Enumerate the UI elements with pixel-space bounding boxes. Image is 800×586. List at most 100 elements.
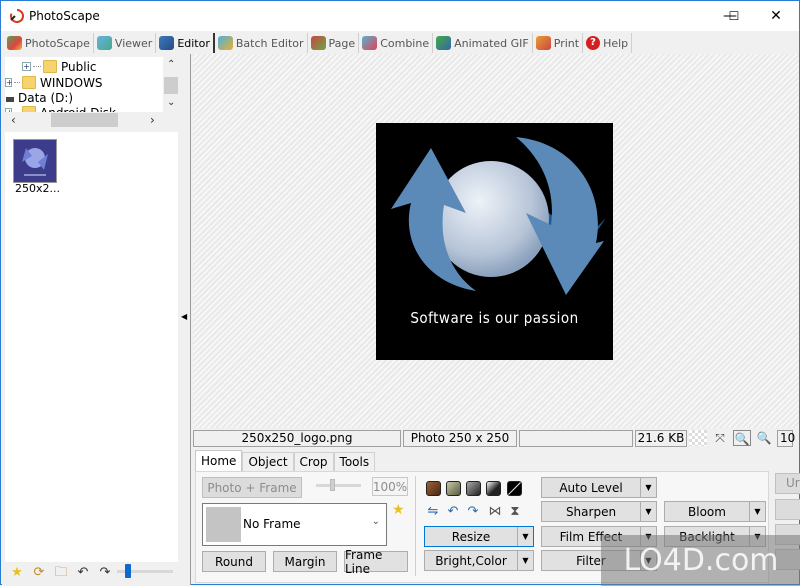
tree-item[interactable]: Data (D:) xyxy=(6,90,73,105)
tab-print[interactable]: Print xyxy=(533,33,584,53)
expand-icon[interactable]: + xyxy=(22,62,31,71)
swatch-contrast[interactable] xyxy=(486,481,501,496)
thumbnail-size-slider[interactable] xyxy=(117,564,173,578)
divider xyxy=(415,476,416,576)
refresh-icon[interactable]: ⟳ xyxy=(30,565,48,581)
thumbnail-label: 250x2... xyxy=(15,182,60,195)
dropdown-arrow-icon[interactable]: ▼ xyxy=(517,551,533,570)
flip-vertical-icon[interactable]: ⧗ xyxy=(507,504,523,520)
tab-photoscape[interactable]: PhotoScape xyxy=(4,33,94,53)
tab-viewer[interactable]: Viewer xyxy=(94,33,157,53)
status-bar: 250x250_logo.png Photo 250 x 250 21.6 KB… xyxy=(193,429,799,447)
zoom-icon[interactable]: 🔍 xyxy=(755,430,773,446)
redo-button[interactable] xyxy=(775,499,800,520)
dropdown-arrow-icon[interactable]: ▼ xyxy=(640,478,656,497)
photo-frame-button[interactable]: Photo + Frame xyxy=(202,477,302,498)
transparency-grid-icon[interactable] xyxy=(689,430,707,446)
frame-select[interactable]: No Frame ⌄ xyxy=(202,503,387,546)
print-icon xyxy=(535,36,551,50)
status-filename: 250x250_logo.png xyxy=(193,429,401,447)
frame-opacity-value[interactable]: 100% xyxy=(372,477,408,496)
swatch-olive[interactable] xyxy=(446,481,461,496)
slider-thumb[interactable] xyxy=(125,564,131,578)
dropdown-arrow-icon[interactable]: ▼ xyxy=(517,527,533,546)
margin-button[interactable]: Margin xyxy=(273,551,337,572)
collapse-left-icon[interactable]: ◀ xyxy=(181,312,187,321)
scroll-thumb[interactable] xyxy=(51,113,118,127)
scroll-up-icon[interactable]: ⌃ xyxy=(167,59,175,70)
round-button[interactable]: Round xyxy=(202,551,266,572)
tab-batch-editor[interactable]: Batch Editor xyxy=(215,33,308,53)
tree-item-label: Data (D:) xyxy=(18,90,74,105)
tab-label: Viewer xyxy=(114,36,153,50)
auto-rotate-icon[interactable]: ⇋ xyxy=(425,504,441,520)
bright-color-button[interactable]: Bright,Color ▼ xyxy=(424,550,534,571)
scroll-thumb[interactable] xyxy=(164,77,178,94)
browser-toolbar: ★ ⟳ 🗀 ↶ ↷ xyxy=(2,562,179,584)
sharpen-button[interactable]: Sharpen ▼ xyxy=(541,501,657,522)
tab-label: Help xyxy=(603,36,629,50)
tree-horizontal-scrollbar[interactable]: ‹ › xyxy=(5,112,163,128)
tree-vertical-scrollbar[interactable]: ⌃ ⌄ xyxy=(163,57,179,115)
editor-tabs: Home Object Crop Tools xyxy=(195,450,376,472)
tab-page[interactable]: Page xyxy=(308,33,360,53)
tab-combine[interactable]: Combine xyxy=(359,33,434,53)
photo-caption: Software is our passion xyxy=(410,309,579,327)
scroll-left-icon[interactable]: ‹ xyxy=(11,113,16,127)
status-extra xyxy=(519,429,633,447)
tab-help[interactable]: ? Help xyxy=(583,33,633,53)
auto-level-button[interactable]: Auto Level ▼ xyxy=(541,477,657,498)
tab-animated-gif[interactable]: Animated GIF xyxy=(433,33,533,53)
tab-object[interactable]: Object xyxy=(242,452,294,471)
bloom-label: Bloom xyxy=(688,504,726,519)
favorite-star-icon[interactable]: ★ xyxy=(8,565,26,581)
resize-label: Resize xyxy=(451,529,491,544)
chevron-down-icon: ⌄ xyxy=(371,516,380,527)
fit-to-window-icon[interactable]: ⤧ xyxy=(711,430,729,446)
tab-tools[interactable]: Tools xyxy=(333,452,376,471)
scroll-right-icon[interactable]: › xyxy=(150,113,155,127)
swatch-invert[interactable] xyxy=(507,481,522,496)
maximize-button[interactable]: ☐ xyxy=(711,1,757,31)
editor-icon xyxy=(159,36,175,50)
undo-button[interactable]: Ur xyxy=(775,473,800,494)
tab-crop[interactable]: Crop xyxy=(293,452,334,471)
tab-editor[interactable]: Editor xyxy=(156,33,215,53)
back-arrow-icon[interactable]: ↶ xyxy=(74,565,92,581)
dropdown-arrow-icon[interactable]: ▼ xyxy=(749,502,765,521)
folder-icon xyxy=(22,76,36,89)
swatch-brown[interactable] xyxy=(426,481,441,496)
panel-splitter[interactable]: ◀ xyxy=(179,54,191,585)
flip-horizontal-icon[interactable]: ⋈ xyxy=(487,504,503,520)
browse-folder-icon[interactable]: 🗀 xyxy=(52,565,70,581)
expand-icon[interactable]: + xyxy=(5,78,13,87)
favorite-frame-star-icon[interactable]: ★ xyxy=(392,502,405,518)
thumbnail-list: 250x2... xyxy=(5,132,178,562)
frame-opacity-slider[interactable] xyxy=(316,479,361,491)
photoscape-logo-icon xyxy=(9,8,25,24)
batch-editor-icon xyxy=(217,36,233,50)
tab-home[interactable]: Home xyxy=(195,450,243,471)
tab-label: Batch Editor xyxy=(235,36,304,50)
tree-item[interactable]: + WINDOWS xyxy=(5,75,103,90)
rotate-right-icon[interactable]: ↷ xyxy=(465,504,481,520)
tree-item[interactable]: + Public xyxy=(22,59,97,74)
image-canvas[interactable]: Software is our passion xyxy=(193,54,799,428)
resize-button[interactable]: Resize ▼ xyxy=(424,526,534,547)
thumbnail-image[interactable] xyxy=(13,139,57,183)
slider-thumb[interactable] xyxy=(330,479,335,491)
drive-icon xyxy=(6,97,14,102)
forward-arrow-icon[interactable]: ↷ xyxy=(96,565,114,581)
swatch-gray[interactable] xyxy=(466,481,481,496)
zoom-value[interactable]: 10 xyxy=(777,429,795,447)
sharpen-label: Sharpen xyxy=(565,504,617,519)
dropdown-arrow-icon[interactable]: ▼ xyxy=(640,502,656,521)
close-button[interactable]: ✕ xyxy=(753,1,799,31)
actual-size-icon[interactable]: 🔍 xyxy=(733,430,751,446)
rotate-left-icon[interactable]: ↶ xyxy=(445,504,461,520)
scroll-down-icon[interactable]: ⌄ xyxy=(167,97,175,108)
auto-level-label: Auto Level xyxy=(559,480,623,495)
bloom-button[interactable]: Bloom ▼ xyxy=(664,501,766,522)
folder-tree[interactable]: + Public + WINDOWS Data (D:) + Android D… xyxy=(5,57,163,115)
frame-line-button[interactable]: Frame Line xyxy=(344,548,408,576)
